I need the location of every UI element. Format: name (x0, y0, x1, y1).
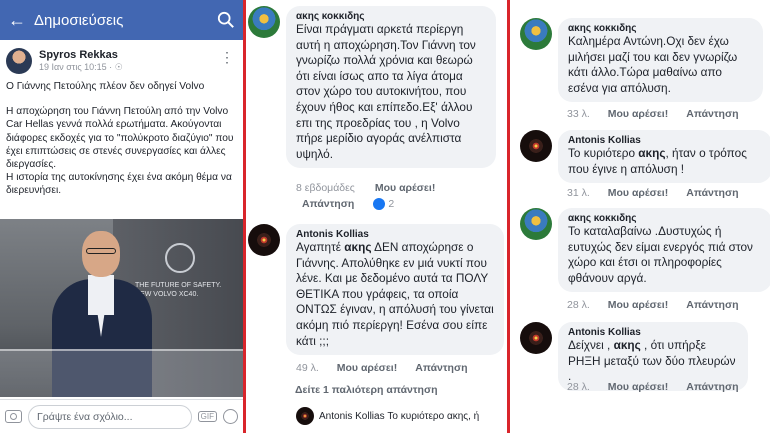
top-bar: ← Δημοσιεύσεις (0, 0, 243, 40)
camera-icon[interactable] (5, 410, 22, 423)
post-panel: ← Δημοσιεύσεις Spyros Rekkas 19 Ιαν στις… (0, 0, 243, 433)
comment: ακης κοκκιδης Το καταλαβαίνω .Δυστυχώς ή… (520, 208, 770, 293)
commenter-name[interactable]: ακης κοκκιδης (296, 11, 486, 22)
comment-text: Δείχνει , ακης , ότι υπήρξε ΡΗΞΗ μεταξύ … (568, 338, 736, 384)
commenter-name[interactable]: Antonis Kollias (568, 327, 738, 338)
post-paragraph: Η αποχώρηση του Γιάννη Πετούλη από την V… (6, 106, 234, 171)
post-photo[interactable]: THE FUTURE OF SAFETY. NEW VOLVO XC40. (0, 219, 243, 397)
reply-preview[interactable]: Antonis Kollias Το κυριότερο ακης, ή (296, 407, 479, 425)
page-title: Δημοσιεύσεις (34, 11, 124, 29)
comment-text: Αγαπητέ ακης ΔΕΝ αποχώρησε ο Γιάννης. Απ… (296, 240, 494, 348)
comment-input[interactable]: Γράψτε ένα σχόλιο... (28, 404, 192, 429)
commenter-name[interactable]: ακης κοκκιδης (568, 213, 762, 224)
reply-button[interactable]: Απάντηση (302, 198, 354, 210)
comment-bubble: Antonis Kollias Το κυριότερο ακης, ήταν … (558, 130, 770, 184)
commenter-avatar[interactable] (520, 130, 552, 162)
divider (243, 0, 246, 433)
more-options-icon[interactable]: ⋮ (220, 49, 235, 66)
commenter-avatar[interactable] (248, 224, 280, 256)
reply-button[interactable]: Απάντηση (686, 381, 738, 393)
comment-age: 49 λ. (296, 362, 319, 374)
comment-composer: Γράψτε ένα σχόλιο... GIF (0, 399, 243, 433)
comment-bubble: ακης κοκκιδης Το καταλαβαίνω .Δυστυχώς ή… (558, 208, 770, 293)
reply-button[interactable]: Απάντηση (686, 187, 738, 199)
commenter-avatar[interactable] (248, 6, 280, 38)
comment-age: 31 λ. (567, 187, 590, 199)
mention[interactable]: ακης (614, 338, 641, 352)
globe-icon: ☉ (114, 62, 123, 72)
volvo-logo (165, 243, 195, 273)
comment-bubble: Antonis Kollias Αγαπητέ ακης ΔΕΝ αποχώρη… (286, 224, 504, 356)
comment-actions: 28 λ. Μου αρέσει! Απάντηση (567, 299, 739, 311)
comment-text: Καλημέρα Αντώνη.Οχι δεν έχω μιλήσει μαζί… (568, 34, 738, 95)
comment: Antonis Kollias Το κυριότερο ακης, ήταν … (520, 130, 770, 184)
comment: ακης κοκκιδης Είναι πράγματι αρκετά περί… (248, 6, 496, 169)
back-arrow-icon[interactable]: ← (8, 10, 30, 31)
reply-button[interactable]: Απάντηση (686, 299, 738, 311)
emoji-icon[interactable] (223, 409, 238, 424)
commenter-name[interactable]: ακης κοκκιδης (568, 23, 753, 34)
post-body: Ο Γιάννης Πετούλης πλέον δεν οδηγεί Volv… (0, 78, 243, 212)
photo-slogan: THE FUTURE OF SAFETY. NEW VOLVO XC40. (135, 282, 222, 298)
comment-bubble: ακης κοκκιδης Καλημέρα Αντώνη.Οχι δεν έχ… (558, 18, 763, 103)
reaction-count[interactable]: 2 (388, 198, 394, 210)
comment-text: Είναι πράγματι αρκετά περίεργη αυτή η απ… (296, 22, 476, 161)
divider (507, 0, 510, 433)
commenter-avatar (296, 407, 314, 425)
commenter-avatar[interactable] (520, 18, 552, 50)
comment-actions: 8 εβδομάδες Μου αρέσει! (296, 182, 435, 194)
commenter-avatar[interactable] (520, 208, 552, 240)
mention[interactable]: ακης (344, 240, 371, 254)
reply-button[interactable]: Απάντηση (415, 362, 467, 374)
comment-bubble: ακης κοκκιδης Είναι πράγματι αρκετά περί… (286, 6, 496, 169)
like-button[interactable]: Μου αρέσει! (337, 362, 397, 374)
comment-text: Το καταλαβαίνω .Δυστυχώς ή ευτυχώς δεν ε… (568, 224, 753, 285)
author-avatar[interactable] (6, 48, 32, 74)
comment: ακης κοκκιδης Καλημέρα Αντώνη.Οχι δεν έχ… (520, 18, 763, 103)
post-time[interactable]: 19 Ιαν στις 10:15 · ☉ (39, 62, 123, 73)
post-paragraph: Η ιστορία της αυτοκίνησης έχει ένα ακόμη… (6, 172, 232, 197)
comment-actions: 49 λ. Μου αρέσει! Απάντηση (296, 362, 468, 374)
view-older-replies[interactable]: Δείτε 1 παλιότερη απάντηση (295, 384, 438, 396)
post-headline: Ο Γιάννης Πετούλης πλέον δεν οδηγεί Volv… (6, 81, 205, 92)
comment-actions: Απάντηση 2 (302, 198, 394, 210)
comment-age: 28 λ. (567, 299, 590, 311)
commenter-name[interactable]: Antonis Kollias (296, 229, 494, 240)
comment-age: 8 εβδομάδες (296, 182, 355, 194)
gif-button[interactable]: GIF (197, 411, 217, 422)
like-button[interactable]: Μου αρέσει! (608, 108, 668, 120)
comment-age: 28 λ. (567, 381, 590, 393)
comment-actions: 28 λ. Μου αρέσει! Απάντηση (567, 381, 739, 393)
commenter-name[interactable]: Antonis Kollias (568, 135, 762, 146)
comment-actions: 33 λ. Μου αρέσει! Απάντηση (567, 108, 739, 120)
comment-actions: 31 λ. Μου αρέσει! Απάντηση (567, 187, 739, 199)
speaker-figure (82, 231, 120, 277)
comment: Antonis Kollias Αγαπητέ ακης ΔΕΝ αποχώρη… (248, 224, 504, 356)
mention[interactable]: ακης (638, 146, 665, 160)
author-name[interactable]: Spyros Rekkas (39, 49, 123, 61)
like-button[interactable]: Μου αρέσει! (608, 299, 668, 311)
reply-button[interactable]: Απάντηση (686, 108, 738, 120)
like-reaction-icon (373, 198, 386, 210)
commenter-avatar[interactable] (520, 322, 552, 354)
comment-text: Το κυριότερο ακης, ήταν ο τρόπος που έγι… (568, 146, 747, 176)
like-button[interactable]: Μου αρέσει! (608, 381, 668, 393)
comment-age: 33 λ. (567, 108, 590, 120)
like-button[interactable]: Μου αρέσει! (375, 182, 435, 194)
like-button[interactable]: Μου αρέσει! (608, 187, 668, 199)
search-icon[interactable] (217, 11, 235, 29)
post-header: Spyros Rekkas 19 Ιαν στις 10:15 · ☉ ⋮ (0, 40, 243, 78)
